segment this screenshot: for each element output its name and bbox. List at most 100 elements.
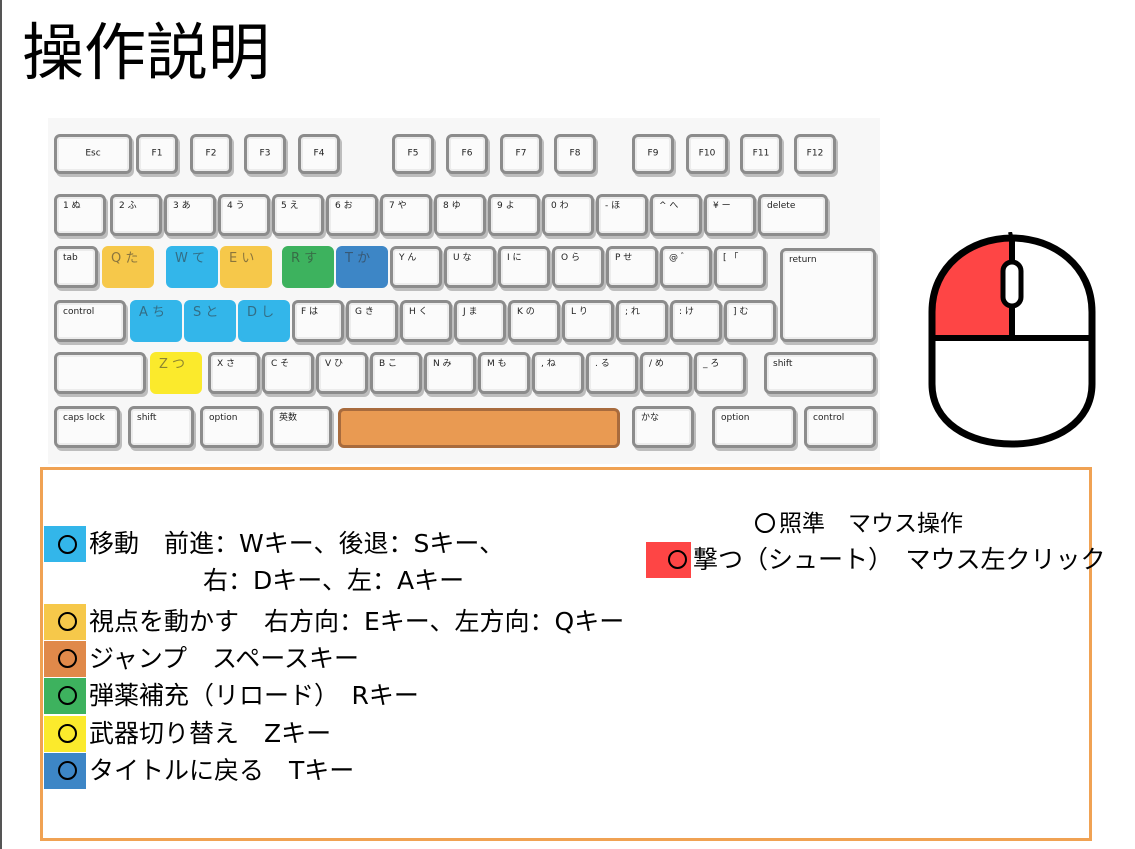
key-label: F3: [259, 148, 271, 159]
key-row2-9: O ら: [552, 246, 604, 288]
key-row3-11: : け: [670, 300, 722, 342]
key-label: _ ろ: [703, 359, 720, 369]
key-label: C そ: [271, 359, 290, 369]
key-row3-4: F は: [292, 300, 344, 342]
key-label: J ま: [463, 307, 478, 317]
key-label: 4 う: [227, 201, 245, 211]
key-row1-5: 6 お: [326, 194, 378, 236]
key-row5-7: control: [804, 406, 876, 448]
key-label: F12: [806, 148, 824, 159]
key-row0-7: F7: [500, 134, 542, 174]
key-label: - ほ: [605, 201, 621, 211]
key-row0-2: F2: [190, 134, 232, 174]
key-row4-3: C そ: [262, 352, 314, 394]
key-row1-9: 0 わ: [542, 194, 594, 236]
key-row3-5: G き: [346, 300, 398, 342]
key-row2-2: W て: [166, 246, 218, 288]
look-circle-icon: [58, 612, 77, 631]
key-row4-6: N み: [424, 352, 476, 394]
key-label: F5: [407, 148, 419, 159]
key-row3-2: S と: [184, 300, 236, 342]
key-label: G き: [355, 307, 374, 317]
key-label: 3 あ: [173, 201, 191, 211]
aim-instruction: 照準 マウス操作: [755, 508, 963, 540]
key-row5-0: caps lock: [54, 406, 120, 448]
aim-circle-icon: [755, 513, 775, 533]
key-label: D し: [247, 305, 275, 320]
key-row3-6: H く: [400, 300, 452, 342]
key-label: 英数: [279, 413, 298, 423]
key-row0-6: F6: [446, 134, 488, 174]
key-row4-8: , ね: [532, 352, 584, 394]
key-label: F11: [752, 148, 770, 159]
key-label: option: [721, 413, 750, 423]
key-row3-10: ; れ: [616, 300, 668, 342]
key-row1-0: 1 ぬ: [54, 194, 106, 236]
key-row0-11: F11: [740, 134, 782, 174]
reload-text: 弾薬補充（リロード） Rキー: [89, 681, 419, 710]
key-row2-0: tab: [54, 246, 98, 288]
key-label: T か: [345, 251, 371, 266]
key-label: 5 え: [281, 201, 299, 211]
key-row3-7: J ま: [454, 300, 506, 342]
key-label: Z つ: [159, 357, 186, 372]
key-row4-0: [54, 352, 146, 394]
reload-circle-icon: [58, 686, 77, 705]
key-label: E い: [229, 251, 255, 266]
key-row4-10: / め: [640, 352, 692, 394]
key-row4-11: _ ろ: [694, 352, 746, 394]
key-row2-11: @ ゛: [660, 246, 712, 288]
key-row4-2: X さ: [208, 352, 260, 394]
key-row3-8: K の: [508, 300, 560, 342]
key-row2-8: I に: [498, 246, 550, 288]
key-label: Y ん: [399, 253, 417, 263]
key-row1-7: 8 ゆ: [434, 194, 486, 236]
key-label: K の: [517, 307, 535, 317]
key-row1-1: 2 ふ: [110, 194, 162, 236]
key-label: H く: [409, 307, 428, 317]
key-label: 0 わ: [551, 201, 569, 211]
key-row5-4: [338, 408, 620, 448]
key-label: 8 ゆ: [443, 201, 461, 211]
key-label: @ ゛: [669, 253, 690, 263]
key-label: tab: [63, 253, 78, 263]
key-label: control: [813, 413, 845, 423]
key-label: B こ: [379, 359, 398, 369]
key-label: X さ: [217, 359, 236, 369]
key-row0-4: F4: [298, 134, 340, 174]
key-label: F2: [205, 148, 217, 159]
key-label: / め: [649, 359, 664, 369]
key-row5-5: かな: [632, 406, 694, 448]
key-label: F は: [301, 307, 319, 317]
key-row3-13: return: [780, 248, 876, 342]
key-label: F10: [698, 148, 716, 159]
key-label: return: [789, 255, 817, 265]
key-label: U な: [453, 253, 472, 263]
key-label: M も: [487, 359, 507, 369]
key-row3-9: L り: [562, 300, 614, 342]
key-label: 1 ぬ: [63, 201, 81, 211]
key-label: shift: [137, 413, 157, 423]
key-label: S と: [193, 305, 219, 320]
key-row3-0: control: [54, 300, 126, 342]
key-row2-3: E い: [220, 246, 272, 288]
key-label: A ち: [139, 305, 166, 320]
key-row2-7: U な: [444, 246, 496, 288]
key-label: R す: [291, 251, 318, 266]
key-label: V ひ: [325, 359, 344, 369]
key-row0-1: F1: [136, 134, 178, 174]
shoot-circle-icon: [668, 550, 687, 569]
key-row4-9: . る: [586, 352, 638, 394]
key-label: caps lock: [63, 413, 105, 423]
key-row3-12: ] む: [724, 300, 776, 342]
key-label: : け: [679, 307, 694, 317]
mouse-icon: [928, 232, 1096, 448]
key-label: W て: [175, 251, 205, 266]
key-row0-3: F3: [244, 134, 286, 174]
key-label: F9: [647, 148, 659, 159]
key-row4-12: shift: [764, 352, 876, 394]
key-label: F6: [461, 148, 473, 159]
key-row2-12: [ 「: [714, 246, 766, 288]
jump-circle-icon: [58, 649, 77, 668]
key-label: N み: [433, 359, 452, 369]
